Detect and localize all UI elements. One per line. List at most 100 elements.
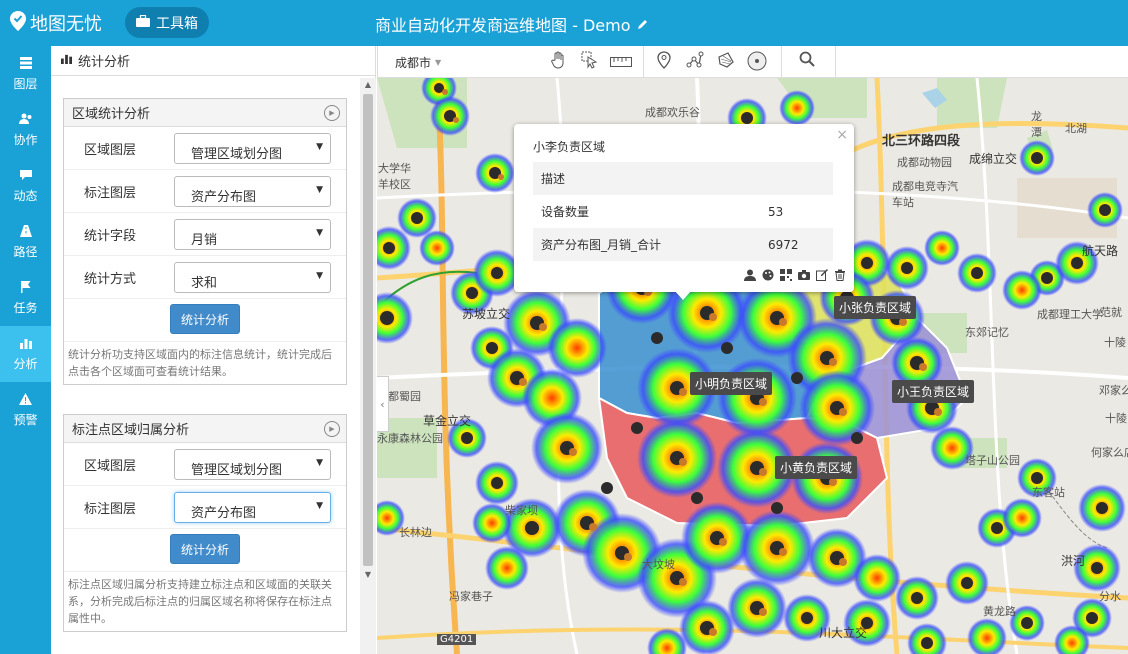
region-layer-select[interactable]: 管理区域划分图 ▼ [174,133,331,164]
edit-icon[interactable] [816,269,828,284]
map-title-text: 商业自动化开发商运维地图 - Demo [375,16,631,35]
marker-layer-select[interactable]: 资产分布图 ▼ [174,176,331,207]
app-name: 地图无忧 [30,14,102,35]
zone-label-ming[interactable]: 小明负责区域 [690,372,773,395]
map-place-label: 草金立交 [423,414,472,428]
toolbox-label: 工具箱 [156,15,198,32]
nav-label: 分析 [13,356,38,371]
city-selector[interactable]: 成都市 ▼ [395,54,441,71]
region-stats-description: 统计分析功支持区域面内的标注信息统计，统计完成后点击各个区域面可查看统计结果。 [64,341,346,384]
field-label: 统计字段 [84,229,137,244]
edit-pencil-icon[interactable] [637,15,649,34]
polygon-icon[interactable] [715,51,737,73]
region-stats-title: 区域统计分析 [72,107,151,122]
button-row: 统计分析 [64,529,346,571]
map-place-label: 洪河 [1061,554,1086,568]
attr-label: 描述 [541,172,566,186]
trash-icon[interactable] [834,269,846,284]
popup-attribute-table: 描述 设备数量 53 资产分布图_月销_合计 6972 [533,162,833,261]
select-cursor-icon[interactable] [579,51,601,73]
comment-icon [19,169,32,184]
pan-hand-icon[interactable] [548,51,570,73]
panel-title: 统计分析 [78,55,131,70]
map-place-label: 成都电竞寺汽车站 [892,180,958,209]
popup-row: 资产分布图_月销_合计 6972 [533,228,833,261]
nav-label: 任务 [13,300,38,315]
nav-task[interactable]: 任务 [0,270,51,326]
circle-draw-icon[interactable] [746,51,768,73]
search-icon[interactable] [796,51,818,73]
marker-layer-select[interactable]: 资产分布图 ▼ [174,492,331,523]
map-place-label: 黄龙路 [983,605,1016,618]
form-row-region-layer: 区域图层 管理区域划分图 ▼ [64,127,346,170]
stat-method-select[interactable]: 求和 ▼ [174,262,331,293]
form-row-stat-field: 统计字段 月销 ▼ [64,213,346,256]
qrcode-icon[interactable] [780,269,792,284]
nav-route[interactable]: 路径 [0,214,51,270]
map-place-label: 航天路 [1082,244,1119,258]
close-icon[interactable]: × [836,127,848,143]
zone-label-wang[interactable]: 小王负责区域 [892,380,975,403]
attr-value: 6972 [768,237,799,252]
map-pin-icon [10,10,26,36]
caret-down-icon: ▼ [316,271,323,281]
map-place-label: 冯家巷子 [449,590,493,603]
play-circle-icon[interactable]: ▶ [324,104,340,121]
warning-icon [19,392,32,408]
region-stats-header[interactable]: 区域统计分析 ▶ [64,99,346,127]
zone-label-zhang[interactable]: 小张负责区域 [834,296,917,319]
map-place-label: 大坟坡 [642,558,675,571]
user-icon[interactable] [744,269,756,284]
toolbox-button[interactable]: 工具箱 [125,7,209,38]
field-label: 区域图层 [84,143,137,158]
nav-collab[interactable]: 协作 [0,102,51,158]
play-circle-icon[interactable]: ▶ [324,420,340,437]
stat-field-select[interactable]: 月销 ▼ [174,219,331,250]
nav-layers[interactable]: 图层 [0,46,51,102]
ruler-icon[interactable] [610,51,632,73]
camera-icon[interactable] [798,269,810,284]
toolbar-divider [781,46,782,78]
panel-scroll-thumb[interactable] [363,94,373,566]
zone-label-huang[interactable]: 小黄负责区域 [775,456,858,479]
map-place-label: 大学华羊校区 [378,162,411,191]
field-label: 标注图层 [84,186,137,201]
app-logo[interactable]: 地图无忧 [10,10,102,36]
run-point-region-button[interactable]: 统计分析 [170,534,240,564]
marker-pin-icon[interactable] [653,51,675,73]
nav-label: 路径 [13,244,38,259]
map-place-label: 范就 [1100,306,1122,319]
select-value: 月销 [191,233,218,248]
scroll-down-arrow-icon[interactable]: ▼ [360,568,376,582]
polyline-icon[interactable] [684,51,706,73]
point-region-header[interactable]: 标注点区域归属分析 ▶ [64,415,346,443]
map-place-label: 成都欢乐谷 [645,106,700,119]
run-region-stats-button[interactable]: 统计分析 [170,304,240,334]
region-layer-select[interactable]: 管理区域划分图 ▼ [174,449,331,480]
nav-activity[interactable]: 动态 [0,158,51,214]
attr-label: 设备数量 [541,205,590,219]
map-place-label: 成都理工大学 [1037,308,1103,321]
map-place-label: 苏坡立交 [462,307,511,321]
map-place-label: 分水 [1099,590,1121,603]
field-label: 区域图层 [84,459,137,474]
button-row: 统计分析 [64,299,346,341]
nav-analysis[interactable]: 分析 [0,326,51,382]
caret-down-icon: ▼ [316,501,323,511]
collapse-panel-chevron-icon[interactable]: ‹ [377,376,389,432]
nav-label: 图层 [13,76,38,91]
caret-down-icon: ▼ [316,458,323,468]
users-icon [18,113,33,128]
popup-title: 小李负责区域 [533,140,606,154]
road-icon [19,224,32,240]
scroll-up-arrow-icon[interactable]: ▲ [360,78,376,92]
point-region-title: 标注点区域归属分析 [72,423,190,438]
popup-pointer [674,290,692,300]
map-place-label: 北三环路四段 [882,134,961,149]
zone-info-popup: 小李负责区域 × 描述 设备数量 53 资产分布图_月销_合计 6972 [514,124,854,292]
map-place-label: 十陵 [1105,412,1127,425]
nav-alert[interactable]: 预警 [0,382,51,438]
select-value: 求和 [191,276,218,291]
map-place-label: 长林边 [399,526,432,539]
palette-icon[interactable] [762,269,774,284]
